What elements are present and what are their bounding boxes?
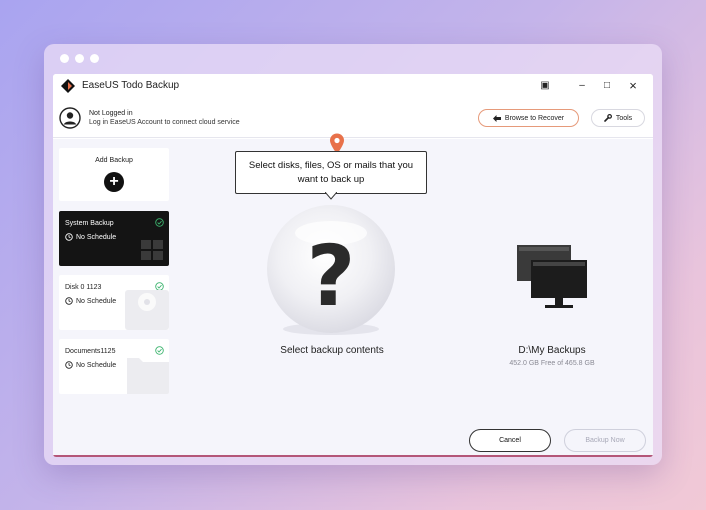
destination-path[interactable]: D:\My Backups <box>477 345 627 356</box>
select-contents-label[interactable]: Select backup contents <box>237 345 427 356</box>
window-dot[interactable] <box>60 54 69 63</box>
computer-icon[interactable] <box>517 245 589 313</box>
windows-icon <box>141 240 163 260</box>
destination-free-space: 452.0 GB Free of 465.8 GB <box>509 360 595 367</box>
disk-icon <box>125 290 169 330</box>
login-hint[interactable]: Log in EaseUS Account to connect cloud s… <box>89 119 240 126</box>
title-bar: EaseUS Todo Backup ▣ – □ × <box>53 74 653 98</box>
avatar-icon[interactable] <box>59 107 81 129</box>
backup-card-system[interactable]: System Backup No Schedule <box>59 211 169 266</box>
backup-sidebar: Add Backup + System Backup No Schedule D… <box>53 139 177 457</box>
clock-icon <box>65 361 73 369</box>
backup-card-documents[interactable]: Documents1125 No Schedule <box>59 339 169 394</box>
window-dots <box>60 54 99 63</box>
bottom-accent-line <box>53 455 653 457</box>
clock-icon <box>65 233 73 241</box>
login-status: Not Logged in <box>89 110 133 117</box>
browse-to-recover-button[interactable]: Browse to Recover <box>478 109 579 127</box>
backup-card-name: Documents1125 <box>65 348 116 355</box>
check-circle-icon <box>155 218 164 227</box>
folder-icon <box>127 358 169 394</box>
window-dot[interactable] <box>75 54 84 63</box>
backup-card-schedule: No Schedule <box>65 233 116 241</box>
backup-card-name: System Backup <box>65 220 114 227</box>
app-title: EaseUS Todo Backup <box>82 80 180 91</box>
account-header: Not Logged in Log in EaseUS Account to c… <box>53 98 653 138</box>
schedule-label: No Schedule <box>76 233 117 241</box>
close-button[interactable]: × <box>624 77 642 95</box>
select-source-button[interactable]: ? <box>263 205 399 341</box>
schedule-label: No Schedule <box>76 297 117 305</box>
tools-label: Tools <box>615 114 633 122</box>
wrench-icon <box>604 114 612 122</box>
backup-card-schedule: No Schedule <box>65 297 116 305</box>
backup-card-schedule: No Schedule <box>65 361 116 369</box>
backup-canvas: Select disks, files, OS or mails that yo… <box>177 133 653 457</box>
add-backup-button[interactable]: Add Backup + <box>59 148 169 201</box>
tools-button[interactable]: Tools <box>591 109 645 127</box>
plus-icon: + <box>104 172 124 192</box>
add-backup-label: Add Backup <box>95 157 133 164</box>
question-mark: ? <box>307 227 356 325</box>
backup-card-disk[interactable]: Disk 0 1123 No Schedule <box>59 275 169 330</box>
window-dot[interactable] <box>90 54 99 63</box>
source-tooltip: Select disks, files, OS or mails that yo… <box>235 151 427 194</box>
tooltip-tail <box>325 192 337 200</box>
browse-label: Browse to Recover <box>504 114 565 122</box>
maximize-button[interactable]: □ <box>598 77 616 95</box>
restore-icon[interactable]: ▣ <box>536 77 554 95</box>
schedule-label: No Schedule <box>76 361 117 369</box>
backup-now-button[interactable]: Backup Now <box>564 429 646 452</box>
easeus-logo-icon <box>61 79 75 93</box>
cancel-button[interactable]: Cancel <box>469 429 551 452</box>
backup-card-name: Disk 0 1123 <box>65 284 102 291</box>
minimize-button[interactable]: – <box>573 77 591 95</box>
question-orb-icon: ? <box>267 205 395 335</box>
app-window: EaseUS Todo Backup ▣ – □ × Not Logged in… <box>53 74 653 457</box>
main-area: Add Backup + System Backup No Schedule D… <box>53 133 653 457</box>
window-frame: EaseUS Todo Backup ▣ – □ × Not Logged in… <box>44 44 662 465</box>
back-arrow-icon <box>492 114 501 122</box>
clock-icon <box>65 297 73 305</box>
